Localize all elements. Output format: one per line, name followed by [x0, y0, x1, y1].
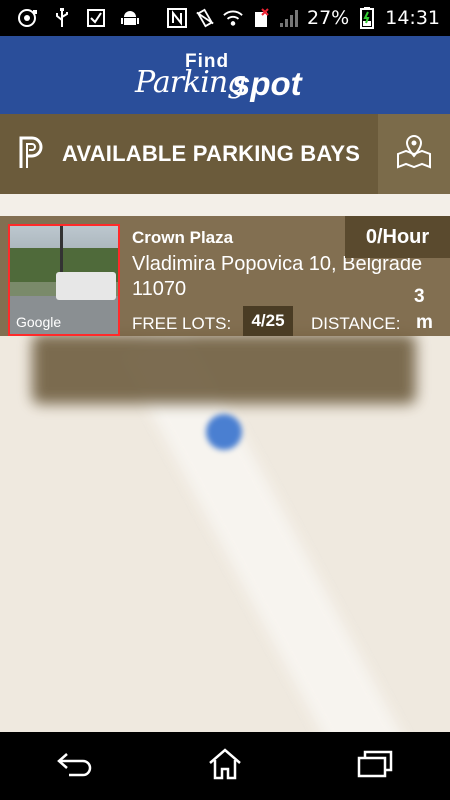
section-title: AVAILABLE PARKING BAYS [62, 141, 361, 166]
app-logo: Find Parking spot [135, 43, 315, 107]
home-icon [207, 748, 243, 784]
logo-parking: Parking [135, 65, 246, 100]
home-button[interactable] [195, 741, 255, 791]
distance-value: 3 [414, 286, 425, 307]
sim-icon [251, 8, 271, 28]
distance-label: DISTANCE: [311, 314, 401, 333]
free-lots-value: 4/25 [243, 306, 293, 336]
clock: 14:31 [385, 7, 440, 29]
map-info-window [32, 334, 416, 404]
parking-name: Crown Plaza [132, 228, 234, 247]
thumbnail-caption: Google [16, 314, 62, 330]
vibrate-icon [195, 8, 215, 28]
back-icon [57, 750, 93, 782]
map-view-button[interactable] [378, 114, 450, 194]
price-badge: 0/Hour [345, 216, 450, 258]
usb-icon [52, 8, 72, 28]
section-bar: AVAILABLE PARKING BAYS [0, 114, 450, 194]
parking-card[interactable]: Google Crown Plaza Vladimira Popovica 10… [0, 216, 450, 336]
checkbox-icon [86, 8, 106, 28]
screen: 27% 14:31 Find Parking spot AVAILABLE PA… [0, 0, 450, 800]
android-icon [120, 8, 140, 28]
distance-unit: m [416, 312, 433, 333]
map-pin-icon [396, 134, 432, 174]
parking-address: Vladimira Popovica 10, Belgrade 11070 [132, 252, 450, 302]
address-line-2: 11070 [132, 278, 187, 300]
street-view-thumbnail[interactable]: Google [8, 224, 120, 336]
battery-percent: 27% [307, 7, 350, 29]
signal-icon [279, 8, 299, 28]
logo-spot: spot [232, 65, 302, 102]
map-location-pin [206, 414, 242, 450]
app-header: Find Parking spot [0, 36, 450, 114]
free-lots-label: FREE LOTS: [132, 314, 232, 333]
record-icon [18, 8, 38, 28]
recents-icon [357, 750, 393, 782]
wifi-icon [223, 8, 243, 28]
battery-icon [357, 7, 377, 29]
parking-p-icon [18, 135, 46, 173]
navigation-bar [0, 732, 450, 800]
recents-button[interactable] [345, 741, 405, 791]
status-bar: 27% 14:31 [0, 0, 450, 36]
nfc-icon [167, 8, 187, 28]
thumb-van [56, 272, 116, 300]
back-button[interactable] [45, 741, 105, 791]
